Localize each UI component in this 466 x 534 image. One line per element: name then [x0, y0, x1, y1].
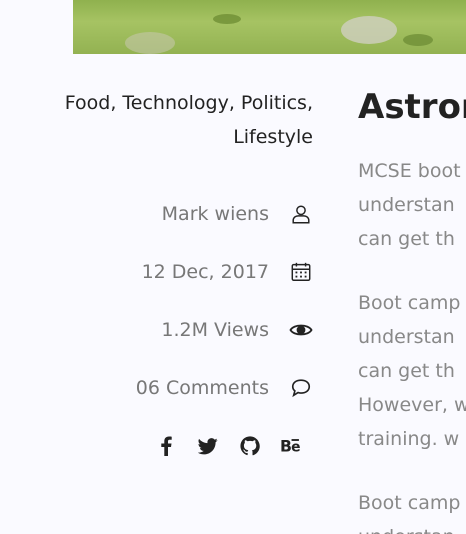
- post-date: 12 Dec, 2017: [141, 261, 269, 283]
- behance-icon[interactable]: Be: [280, 434, 304, 458]
- comment-count[interactable]: 06 Comments: [136, 377, 269, 399]
- date-row: 12 Dec, 2017: [142, 257, 313, 287]
- view-count: 1.2M Views: [161, 319, 269, 341]
- text-line: can get th: [358, 360, 455, 382]
- twitter-icon[interactable]: [196, 434, 220, 458]
- text-line: understan: [358, 326, 455, 348]
- post-meta: Food, Technology, Politics, Lifestyle Ma…: [0, 0, 325, 534]
- user-icon: [289, 202, 313, 226]
- text-line: understan: [358, 194, 455, 216]
- paragraph-3: Boot camp understan: [358, 486, 466, 534]
- text-line: Boot camp: [358, 492, 461, 514]
- paragraph-1: MCSE boot understan can get th: [358, 154, 466, 256]
- eye-icon: [289, 318, 313, 342]
- comments-row[interactable]: 06 Comments: [136, 373, 313, 403]
- text-line: can get th: [358, 228, 455, 250]
- github-icon[interactable]: [238, 434, 262, 458]
- text-line: training. w: [358, 428, 460, 450]
- text-line: understan: [358, 526, 455, 534]
- facebook-icon[interactable]: [154, 434, 178, 458]
- svg-text:e: e: [291, 440, 300, 455]
- author-row[interactable]: Mark wiens: [162, 199, 313, 229]
- text-line: MCSE boot: [358, 160, 461, 182]
- comment-icon: [289, 376, 313, 400]
- paragraph-2: Boot camp understan can get th However, …: [358, 286, 466, 456]
- text-line: However, w: [358, 394, 466, 416]
- social-links: Be: [136, 434, 304, 458]
- author-name[interactable]: Mark wiens: [162, 203, 269, 225]
- views-row: 1.2M Views: [161, 315, 313, 345]
- categories[interactable]: Food, Technology, Politics, Lifestyle: [53, 86, 313, 154]
- text-line: Boot camp: [358, 292, 461, 314]
- calendar-icon: [289, 260, 313, 284]
- article: Astron MCSE boot understan can get th Bo…: [358, 84, 466, 534]
- article-title[interactable]: Astron: [358, 84, 466, 130]
